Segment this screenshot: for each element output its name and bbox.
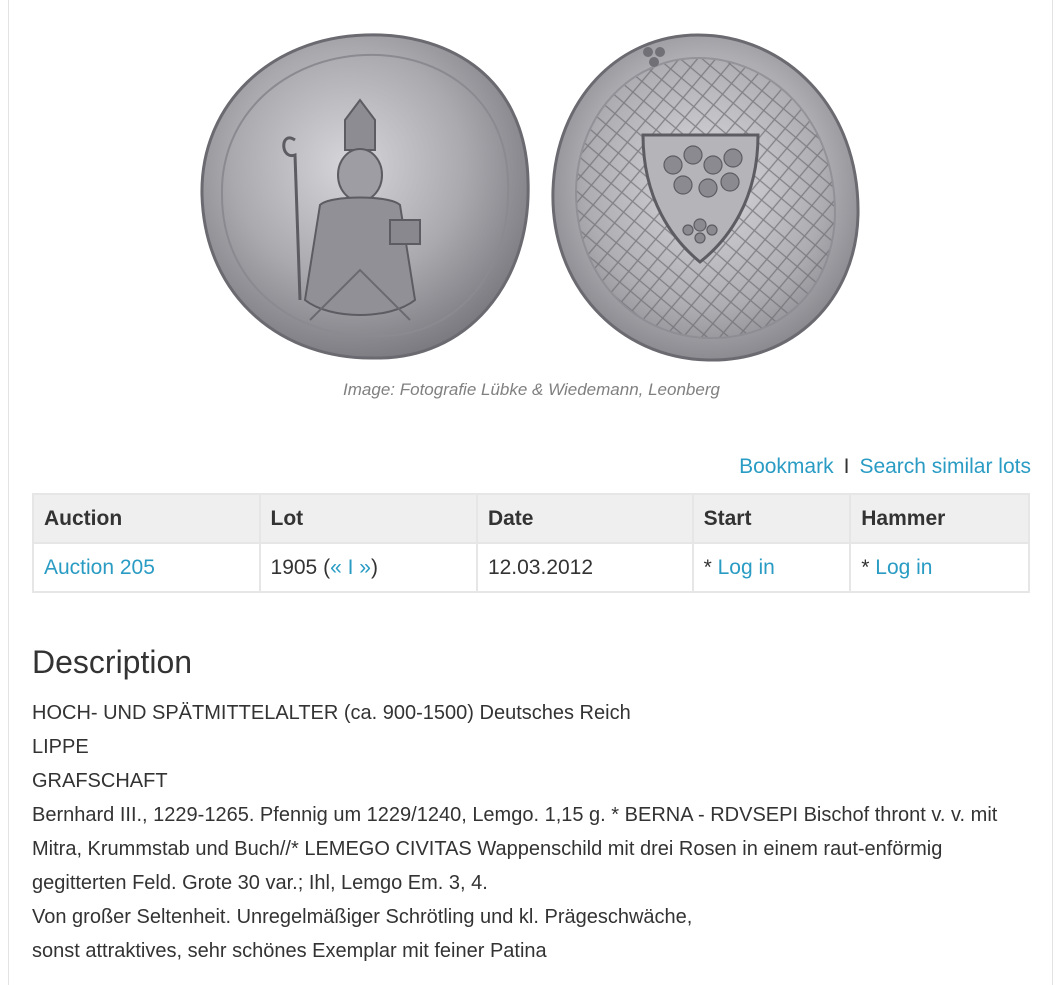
table-row: Auction 205 1905 (« I ») 12.03.2012 * Lo… [32, 542, 1030, 593]
table-header-row: Auction Lot Date Start Hammer [32, 493, 1030, 544]
lot-actions: Bookmark I Search similar lots [739, 455, 1031, 479]
search-similar-lots-link[interactable]: Search similar lots [859, 455, 1031, 478]
actions-separator: I [843, 455, 850, 478]
next-lot-link[interactable]: » [359, 556, 371, 579]
header-lot: Lot [258, 493, 478, 544]
description-section: Description HOCH- UND SPÄTMITTELALTER (c… [32, 640, 1032, 968]
header-start: Start [691, 493, 852, 544]
lot-info-table: Auction Lot Date Start Hammer Auction 20… [32, 493, 1030, 593]
start-login-link[interactable]: Log in [718, 556, 775, 579]
coin-image[interactable] [200, 30, 865, 365]
previous-lot-link[interactable]: « [330, 556, 342, 579]
description-line: GRAFSCHAFT [32, 770, 168, 792]
bookmark-link[interactable]: Bookmark [739, 455, 834, 478]
lot-number: 1905 [270, 555, 318, 579]
lot-nav-separator: I [347, 555, 354, 579]
cell-auction: Auction 205 [32, 542, 261, 593]
description-line: Bernhard III., 1229-1265. Pfennig um 122… [32, 804, 998, 894]
cell-hammer: * Log in [849, 542, 1030, 593]
description-line: Von großer Seltenheit. Unregelmäßiger Sc… [32, 906, 693, 928]
cell-date: 12.03.2012 [475, 542, 694, 593]
header-date: Date [475, 493, 694, 544]
hammer-prefix: * [861, 555, 876, 579]
description-line: HOCH- UND SPÄTMITTELALTER (ca. 900-1500)… [32, 702, 631, 724]
cell-start: * Log in [691, 542, 852, 593]
coin-reverse [551, 33, 860, 362]
coin-obverse [200, 33, 530, 360]
cell-lot: 1905 (« I ») [258, 542, 478, 593]
image-caption: Image: Fotografie Lübke & Wiedemann, Leo… [343, 380, 720, 399]
lot-paren-close: ) [370, 555, 378, 579]
start-prefix: * [703, 555, 718, 579]
description-line: LIPPE [32, 736, 89, 758]
hammer-login-link[interactable]: Log in [875, 556, 932, 579]
header-hammer: Hammer [849, 493, 1030, 544]
auction-link[interactable]: Auction 205 [44, 556, 155, 579]
header-auction: Auction [32, 493, 261, 544]
description-heading: Description [32, 644, 193, 680]
description-line: sonst attraktives, sehr schönes Exemplar… [32, 940, 547, 962]
